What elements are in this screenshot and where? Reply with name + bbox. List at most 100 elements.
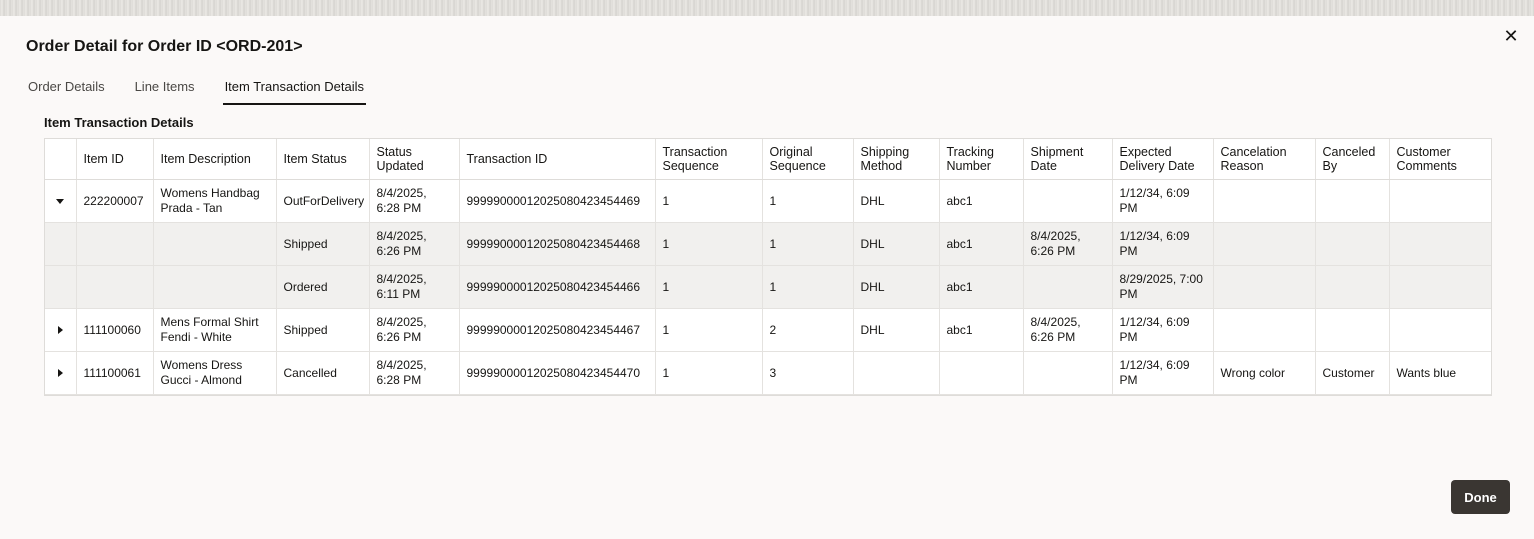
customer-comments-cell xyxy=(1389,265,1491,309)
shipment-date-cell xyxy=(1023,265,1113,309)
shipment-date-header[interactable]: Shipment Date xyxy=(1023,139,1113,180)
tab-line-items[interactable]: Line Items xyxy=(133,78,197,105)
tracking-number-cell: abc1 xyxy=(939,222,1024,266)
status-updated-cell: 8/4/2025, 6:11 PM xyxy=(369,265,460,309)
item-description-header[interactable]: Item Description xyxy=(153,139,277,180)
transaction-id-cell: 99999000012025080423454469 xyxy=(459,179,656,223)
transaction-sequence-cell: 1 xyxy=(655,265,763,309)
item-id-cell xyxy=(76,265,154,309)
dialog-title: Order Detail for Order ID <ORD-201> xyxy=(26,38,303,55)
item-id-cell: 111100060 xyxy=(76,308,154,352)
item-id-cell: 222200007 xyxy=(76,179,154,223)
status-updated-header[interactable]: Status Updated xyxy=(369,139,460,180)
table-child-row: Shipped 8/4/2025, 6:26 PM 9999900001202508… xyxy=(45,222,1491,266)
item-id-header[interactable]: Item ID xyxy=(76,139,154,180)
caret-right-icon xyxy=(57,369,63,377)
item-description-cell: Womens Handbag Prada - Tan xyxy=(153,179,277,223)
item-id-cell xyxy=(76,222,154,266)
expected-delivery-date-cell: 8/29/2025, 7:00 PM xyxy=(1112,265,1214,309)
transaction-sequence-cell: 1 xyxy=(655,351,763,395)
transaction-sequence-header[interactable]: Transaction Sequence xyxy=(655,139,763,180)
cancelation-reason-cell xyxy=(1213,265,1316,309)
shipment-date-cell xyxy=(1023,179,1113,223)
customer-comments-cell xyxy=(1389,179,1491,223)
expected-delivery-date-cell: 1/12/34, 6:09 PM xyxy=(1112,179,1214,223)
original-sequence-cell: 1 xyxy=(762,222,854,266)
transaction-id-cell: 99999000012025080423454466 xyxy=(459,265,656,309)
customer-comments-header[interactable]: Customer Comments xyxy=(1389,139,1491,180)
table-child-row: Ordered 8/4/2025, 6:11 PM 9999900001202508… xyxy=(45,265,1491,309)
item-id-cell: 111100061 xyxy=(76,351,154,395)
expand-cell xyxy=(45,351,77,395)
item-description-cell: Mens Formal Shirt Fendi - White xyxy=(153,308,277,352)
cancelation-reason-header[interactable]: Cancelation Reason xyxy=(1213,139,1316,180)
done-button[interactable]: Done xyxy=(1451,480,1510,514)
original-sequence-header[interactable]: Original Sequence xyxy=(762,139,854,180)
canceled-by-cell xyxy=(1315,308,1390,352)
shipping-method-cell: DHL xyxy=(853,222,940,266)
cancelation-reason-cell xyxy=(1213,179,1316,223)
status-updated-cell: 8/4/2025, 6:28 PM xyxy=(369,179,460,223)
original-sequence-cell: 2 xyxy=(762,308,854,352)
shipping-method-cell: DHL xyxy=(853,265,940,309)
item-description-cell: Womens Dress Gucci - Almond xyxy=(153,351,277,395)
shipping-method-header[interactable]: Shipping Method xyxy=(853,139,940,180)
transaction-id-cell: 99999000012025080423454470 xyxy=(459,351,656,395)
item-status-cell: Ordered xyxy=(276,265,370,309)
transaction-sequence-cell: 1 xyxy=(655,222,763,266)
tracking-number-cell: abc1 xyxy=(939,308,1024,352)
tab-bar: Order Details Line Items Item Transactio… xyxy=(26,78,392,106)
expand-cell xyxy=(45,265,77,309)
shipment-date-cell: 8/4/2025, 6:26 PM xyxy=(1023,308,1113,352)
tracking-number-header[interactable]: Tracking Number xyxy=(939,139,1024,180)
collapse-row-toggle[interactable] xyxy=(52,186,69,216)
cancelation-reason-cell: Wrong color xyxy=(1213,351,1316,395)
table-row: 111100061 Womens Dress Gucci - Almond Canc… xyxy=(45,351,1491,395)
item-status-header[interactable]: Item Status xyxy=(276,139,370,180)
status-updated-cell: 8/4/2025, 6:26 PM xyxy=(369,308,460,352)
expand-row-toggle[interactable] xyxy=(52,315,69,345)
item-status-cell: OutForDelivery xyxy=(276,179,370,223)
item-status-cell: Shipped xyxy=(276,308,370,352)
item-status-cell: Shipped xyxy=(276,222,370,266)
cancelation-reason-cell xyxy=(1213,308,1316,352)
caret-right-icon xyxy=(57,326,63,334)
transaction-sequence-cell: 1 xyxy=(655,308,763,352)
item-description-cell xyxy=(153,222,277,266)
caret-down-icon xyxy=(56,198,65,204)
order-detail-dialog: Order Detail for Order ID <ORD-201> ✕ Or… xyxy=(0,16,1534,539)
transaction-id-cell: 99999000012025080423454468 xyxy=(459,222,656,266)
status-updated-cell: 8/4/2025, 6:28 PM xyxy=(369,351,460,395)
tracking-number-cell xyxy=(939,351,1024,395)
tab-item-transaction-details[interactable]: Item Transaction Details xyxy=(222,78,367,105)
expected-delivery-date-header[interactable]: Expected Delivery Date xyxy=(1112,139,1214,180)
canceled-by-cell: Customer xyxy=(1315,351,1390,395)
transaction-sequence-cell: 1 xyxy=(655,179,763,223)
table-header-row: Item ID Item Description Item Status Status… xyxy=(45,139,1491,180)
canceled-by-cell xyxy=(1315,222,1390,266)
tracking-number-cell: abc1 xyxy=(939,179,1024,223)
table-row: 222200007 Womens Handbag Prada - Tan OutFo… xyxy=(45,179,1491,223)
expected-delivery-date-cell: 1/12/34, 6:09 PM xyxy=(1112,351,1214,395)
canceled-by-cell xyxy=(1315,265,1390,309)
close-icon: ✕ xyxy=(1503,26,1519,46)
shipment-date-cell xyxy=(1023,351,1113,395)
item-status-cell: Cancelled xyxy=(276,351,370,395)
canceled-by-header[interactable]: Canceled By xyxy=(1315,139,1390,180)
transaction-id-cell: 99999000012025080423454467 xyxy=(459,308,656,352)
tracking-number-cell: abc1 xyxy=(939,265,1024,309)
customer-comments-cell xyxy=(1389,222,1491,266)
shipment-date-cell: 8/4/2025, 6:26 PM xyxy=(1023,222,1113,266)
expand-row-toggle[interactable] xyxy=(52,358,69,388)
shipping-method-cell: DHL xyxy=(853,308,940,352)
transaction-id-header[interactable]: Transaction ID xyxy=(459,139,656,180)
item-description-cell xyxy=(153,265,277,309)
close-button[interactable]: ✕ xyxy=(1500,25,1522,47)
shipping-method-cell: DHL xyxy=(853,179,940,223)
original-sequence-cell: 1 xyxy=(762,265,854,309)
customer-comments-cell: Wants blue xyxy=(1389,351,1491,395)
tab-order-details[interactable]: Order Details xyxy=(26,78,107,105)
transaction-table: Item ID Item Description Item Status Status… xyxy=(45,139,1491,395)
original-sequence-cell: 1 xyxy=(762,179,854,223)
original-sequence-cell: 3 xyxy=(762,351,854,395)
